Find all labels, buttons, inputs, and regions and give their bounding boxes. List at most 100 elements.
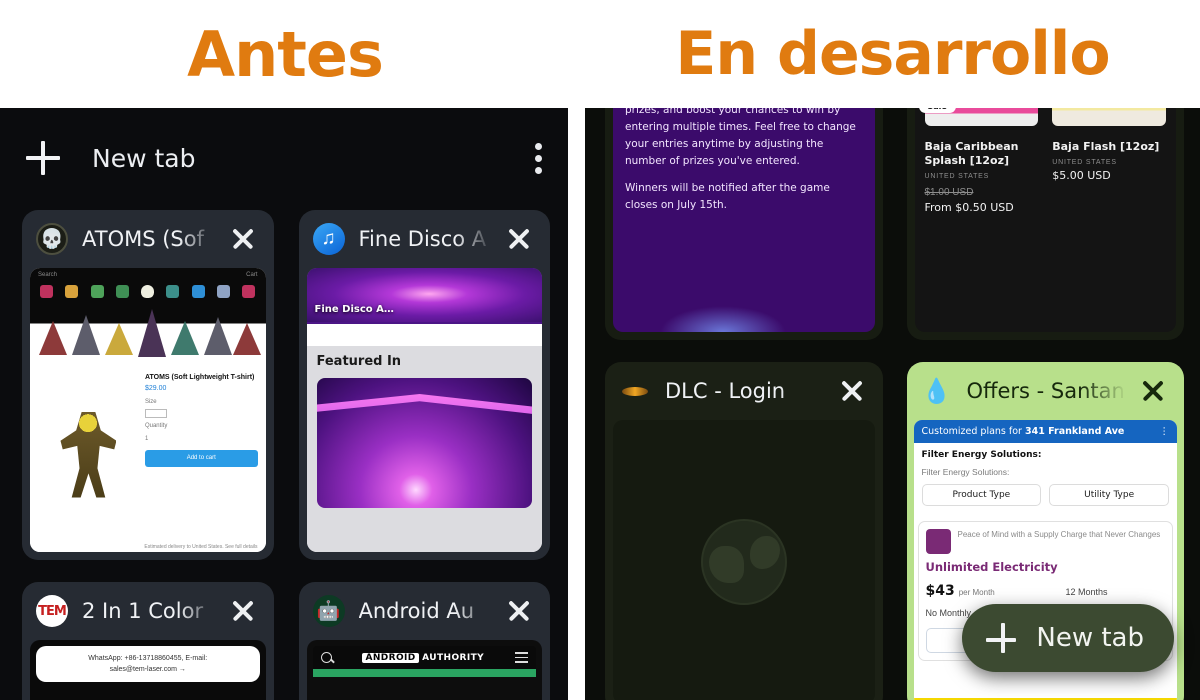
product-country: UNITED STATES <box>924 172 990 180</box>
tab-card-atoms[interactable]: 💀 ATOMS (Sof Search Cart ATOMS (Soft Lig… <box>22 210 274 560</box>
shop-product-body: ATOMS (Soft Lightweight T-shirt) $29.00 … <box>30 367 266 542</box>
tab-preview-drinks[interactable]: Sale Baja Caribbean Splash [12oz] UNITED… <box>914 108 1176 332</box>
plan-title: Unlimited Electricity <box>925 560 1058 574</box>
skull-icon: 💀 <box>36 223 68 255</box>
nav-icon-1 <box>40 285 54 298</box>
utility-type-button[interactable]: Utility Type <box>1049 484 1169 506</box>
product-name: Baja Flash [12oz] <box>1052 140 1160 153</box>
product-type-button[interactable]: Product Type <box>921 484 1042 506</box>
close-icon[interactable] <box>502 222 536 256</box>
tab-card-dlc-login[interactable]: DLC - Login <box>605 362 883 700</box>
promo-line-3: Winners will be notified after the game … <box>625 182 830 211</box>
banner-prefix: Customized plans for <box>921 426 1025 437</box>
heading-in-development: En desarrollo <box>675 19 1110 89</box>
shop-hero-illustration <box>30 305 266 367</box>
size-label: Size <box>144 399 157 405</box>
tab-title: ATOMS (Sof <box>82 227 204 251</box>
close-icon[interactable] <box>835 374 869 408</box>
close-icon[interactable] <box>502 594 536 628</box>
product-image <box>38 373 139 536</box>
tab-card-tem[interactable]: TEM 2 In 1 Color WhatsApp: +86-137188604… <box>22 582 274 700</box>
tab-card-android-authority[interactable]: 🤖 Android Au ANDROID AUTHORITY <box>298 582 550 700</box>
android-robot-icon: 🤖 <box>312 595 345 627</box>
info-icon[interactable]: ⋮ <box>1160 426 1170 437</box>
plan-price-unit: per Month <box>958 588 995 597</box>
before-screenshot-panel: New tab 💀 ATOMS (Sof Search Cart ATOMS (… <box>0 108 568 700</box>
can-image <box>1052 108 1166 126</box>
tab-preview-dlc-login[interactable] <box>613 420 875 700</box>
tab-preview-diamonds[interactable]: diamonds! Use your diamonds for entries … <box>613 108 875 332</box>
product-info: ATOMS (Soft Lightweight T-shirt) $29.00 … <box>144 373 258 536</box>
comparison-stage: Antes En desarrollo New tab 💀 ATOMS (Sof… <box>0 0 1200 700</box>
product-country: UNITED STATES <box>1052 158 1117 166</box>
nav-icon-6 <box>191 285 205 298</box>
tab-card-fine-disco[interactable]: ♫ Fine Disco A Fine Disco A… Featured In <box>298 210 551 560</box>
tab-card-diamonds-promo[interactable]: diamonds! Use your diamonds for entries … <box>605 108 883 340</box>
search-icon[interactable] <box>320 652 332 663</box>
tab-preview-android-authority[interactable]: ANDROID AUTHORITY <box>306 640 542 700</box>
plan-pricing-row: $43 per Month 12 Months <box>926 583 1166 599</box>
product-name: Baja Caribbean Splash [12oz] <box>924 140 1019 167</box>
heading-before: Antes <box>187 17 384 91</box>
close-icon[interactable] <box>226 222 260 256</box>
contact-line-1: WhatsApp: +86-13718860455, E-mail: <box>88 655 208 662</box>
plan-header: Peace of Mind with a Supply Charge that … <box>925 529 1166 554</box>
quantity-value[interactable]: 1 <box>145 435 258 444</box>
fab-label: New tab <box>1036 623 1144 653</box>
add-to-cart-button[interactable]: Add to cart <box>144 450 258 467</box>
tab-preview-fine-disco[interactable]: Fine Disco A… Featured In <box>306 268 542 552</box>
flame-icon: 💧 <box>921 377 952 405</box>
nav-icon-7 <box>216 285 230 298</box>
product-card[interactable]: Baja Flash [12oz] UNITED STATES $5.00 US… <box>1052 108 1166 322</box>
tab-header: ♫ Fine Disco A <box>299 210 551 268</box>
product-price: $5.00 USD <box>1052 168 1111 182</box>
address-banner[interactable]: Customized plans for 341 Frankland Ave ⋮ <box>913 420 1177 443</box>
new-tab-label[interactable]: New tab <box>92 144 195 173</box>
promo-line-2: Use your diamonds for entries into exclu… <box>625 108 856 167</box>
tab-header: 💀 ATOMS (Sof <box>22 210 274 268</box>
tab-card-drinks-shop[interactable]: Sale Baja Caribbean Splash [12oz] UNITED… <box>906 108 1184 340</box>
hamburger-icon[interactable] <box>515 652 528 663</box>
close-icon[interactable] <box>226 594 260 628</box>
plus-icon[interactable] <box>26 141 60 175</box>
site-logo: ANDROID AUTHORITY <box>338 652 510 663</box>
tab-title: Offers - Santan <box>966 379 1125 403</box>
logo-mark: ANDROID <box>362 652 419 663</box>
skull-nav-icon <box>141 285 155 298</box>
shop-cart-label: Cart <box>246 272 258 278</box>
new-tab-fab[interactable]: New tab <box>962 604 1174 672</box>
shop-category-nav <box>30 282 266 305</box>
shirt-figure-icon <box>60 411 117 498</box>
tab-preview-tem[interactable]: WhatsApp: +86-13718860455, E-mail: sales… <box>30 640 266 700</box>
nav-icon-3 <box>90 285 104 298</box>
concert-photo <box>316 378 532 508</box>
filter-section: Filter Energy Solutions: Filter Energy S… <box>914 443 1178 513</box>
dlc-logo-icon <box>619 375 651 407</box>
kebab-menu-icon[interactable] <box>534 142 542 174</box>
logo-rest: AUTHORITY <box>422 652 485 663</box>
delivery-note: Estimated delivery to United States. See… <box>30 542 266 552</box>
shop-topbar: Search Cart <box>30 268 266 282</box>
filter-buttons: Product Type Utility Type <box>921 484 1169 506</box>
browser-toolbar: New tab <box>0 108 568 208</box>
contact-line-2: sales@tem-laser.com → <box>109 666 186 674</box>
close-icon[interactable] <box>1136 374 1170 408</box>
site-header: ANDROID AUTHORITY <box>312 646 536 669</box>
hero-banner: Fine Disco A… <box>306 268 542 324</box>
sale-badge: Sale <box>918 108 956 113</box>
shop-search-label: Search <box>38 272 58 278</box>
nav-icon-2 <box>65 285 79 298</box>
tab-preview-atoms[interactable]: Search Cart ATOMS (Soft Lightweight T-sh… <box>30 268 266 552</box>
tab-title: Fine Disco A <box>358 227 487 251</box>
banner-text: Customized plans for 341 Frankland Ave <box>922 426 1125 437</box>
product-card[interactable]: Sale Baja Caribbean Splash [12oz] UNITED… <box>918 108 1039 322</box>
plan-description: Peace of Mind with a Supply Charge that … <box>957 530 1161 539</box>
tab-grid: 💀 ATOMS (Sof Search Cart ATOMS (Soft Lig… <box>22 210 550 700</box>
laser-lights <box>316 394 532 415</box>
spacer <box>306 324 542 346</box>
size-select[interactable] <box>144 409 167 418</box>
plan-term: 12 Months <box>1065 587 1108 597</box>
shazam-icon: ♫ <box>312 223 345 255</box>
tab-title: 2 In 1 Color <box>82 599 204 623</box>
product-old-price: $1.00 USD <box>924 186 974 198</box>
